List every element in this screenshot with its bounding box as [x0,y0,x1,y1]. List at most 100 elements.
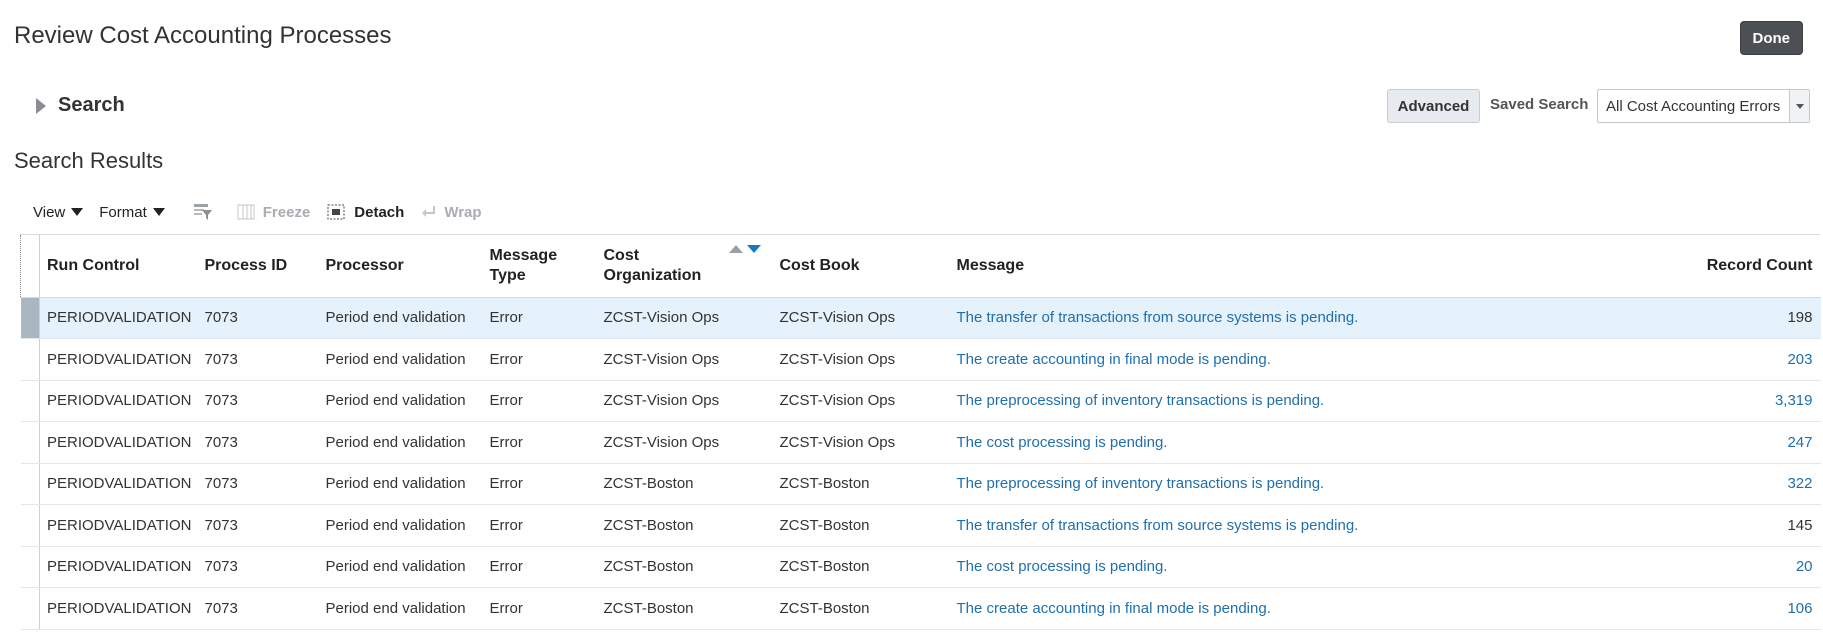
column-header-processor[interactable]: Processor [318,235,483,298]
cell-message-link[interactable]: The cost processing is pending. [949,421,1639,464]
view-menu[interactable]: View [33,204,84,221]
cell-message-link[interactable]: The transfer of transactions from source… [949,504,1639,547]
cell-message-link[interactable]: The cost processing is pending. [949,546,1639,588]
cell-run-control: PERIODVALIDATION [39,421,198,464]
table-row[interactable]: PERIODVALIDATION 7073 Period end validat… [20,380,1821,422]
cell-run-control: PERIODVALIDATION [39,546,198,588]
query-by-example-button[interactable] [193,203,221,221]
cell-message-type: Error [482,338,597,381]
cell-processor: Period end validation [318,338,483,381]
cell-process-id: 7073 [197,421,319,464]
cell-record-count-link[interactable]: 20 [1638,546,1821,588]
cell-record-count: 198 [1638,297,1821,339]
search-results-title: Search Results [14,148,164,173]
advanced-search-button[interactable]: Advanced [1387,89,1480,123]
table-row[interactable]: PERIODVALIDATION 7073 Period end validat… [20,463,1821,505]
row-selector[interactable] [20,546,40,588]
cell-run-control: PERIODVALIDATION [39,463,198,505]
cell-cost-organization: ZCST-Vision Ops [596,338,773,381]
column-header-process-id[interactable]: Process ID [197,235,319,298]
results-toolbar: View Format Freeze Detach Wrap [33,200,498,224]
cell-process-id: 7073 [197,504,319,547]
cell-processor: Period end validation [318,297,483,339]
cell-cost-organization: ZCST-Vision Ops [596,380,773,422]
cell-cost-book: ZCST-Boston [772,504,950,547]
cell-process-id: 7073 [197,463,319,505]
row-selector[interactable] [20,463,40,505]
cell-message-type: Error [482,297,597,339]
cell-cost-organization: ZCST-Boston [596,463,773,505]
filter-icon [193,203,213,221]
cell-processor: Period end validation [318,380,483,422]
cell-message-link[interactable]: The preprocessing of inventory transacti… [949,463,1639,505]
dropdown-arrow-icon[interactable] [1789,90,1809,122]
cell-processor: Period end validation [318,587,483,630]
column-header-message-type[interactable]: Message Type [482,235,597,298]
column-header-cost-book[interactable]: Cost Book [772,235,950,298]
cell-message-type: Error [482,587,597,630]
cell-record-count-link[interactable]: 203 [1638,338,1821,381]
cell-message-link[interactable]: The create accounting in final mode is p… [949,338,1639,381]
detach-icon [326,203,346,221]
cell-record-count-link[interactable]: 247 [1638,421,1821,464]
cell-record-count-link[interactable]: 322 [1638,463,1821,505]
cell-message-link[interactable]: The transfer of transactions from source… [949,297,1639,339]
row-selector[interactable] [20,421,40,464]
wrap-icon [420,204,436,220]
cell-processor: Period end validation [318,421,483,464]
saved-search-select[interactable]: All Cost Accounting Errors [1597,89,1810,123]
format-menu-label: Format [99,203,147,221]
cell-cost-book: ZCST-Vision Ops [772,421,950,464]
sort-ascending-icon[interactable] [728,245,743,253]
table-header-row: Run Control Process ID Processor Message… [20,235,1821,298]
cell-cost-book: ZCST-Boston [772,546,950,588]
cell-record-count: 145 [1638,504,1821,547]
table-row[interactable]: PERIODVALIDATION 7073 Period end validat… [20,297,1821,339]
cell-cost-book: ZCST-Vision Ops [772,380,950,422]
cell-cost-organization: ZCST-Vision Ops [596,297,773,339]
cell-cost-book: ZCST-Boston [772,463,950,505]
row-selector[interactable] [20,297,40,339]
cell-run-control: PERIODVALIDATION [39,504,198,547]
done-button[interactable]: Done [1739,21,1803,55]
freeze-label: Freeze [262,203,311,221]
column-header-cost-organization[interactable]: Cost Organization [596,235,773,298]
search-heading: Search [58,94,125,116]
row-selector[interactable] [20,380,40,422]
saved-search-label: Saved Search [1490,96,1589,113]
caret-down-icon [71,208,84,216]
freeze-button[interactable]: Freeze [237,203,311,221]
wrap-button[interactable]: Wrap [420,204,482,221]
cell-processor: Period end validation [318,463,483,505]
row-selector[interactable] [20,338,40,381]
cell-message-type: Error [482,463,597,505]
table-row[interactable]: PERIODVALIDATION 7073 Period end validat… [20,546,1821,588]
expand-triangle-icon[interactable] [36,97,46,114]
table-row[interactable]: PERIODVALIDATION 7073 Period end validat… [20,421,1821,464]
cell-processor: Period end validation [318,546,483,588]
saved-search-value: All Cost Accounting Errors [1606,97,1781,115]
table-row[interactable]: PERIODVALIDATION 7073 Period end validat… [20,338,1821,381]
column-header-run-control[interactable]: Run Control [39,235,198,298]
row-selector[interactable] [20,587,40,630]
cell-record-count-link[interactable]: 106 [1638,587,1821,630]
table-row[interactable]: PERIODVALIDATION 7073 Period end validat… [20,587,1821,630]
format-menu[interactable]: Format [99,204,165,221]
column-header-record-count[interactable]: Record Count [1638,235,1821,298]
cell-processor: Period end validation [318,504,483,547]
detach-label: Detach [354,203,405,221]
cell-run-control: PERIODVALIDATION [39,587,198,630]
cell-message-link[interactable]: The preprocessing of inventory transacti… [949,380,1639,422]
cell-message-type: Error [482,504,597,547]
cell-cost-book: ZCST-Vision Ops [772,338,950,381]
row-selector[interactable] [20,504,40,547]
caret-down-icon [152,208,165,216]
cell-message-link[interactable]: The create accounting in final mode is p… [949,587,1639,630]
sort-descending-icon[interactable] [746,245,761,253]
search-disclosure[interactable]: Search [36,94,125,117]
cell-cost-organization: ZCST-Boston [596,504,773,547]
cell-record-count-link[interactable]: 3,319 [1638,380,1821,422]
table-row[interactable]: PERIODVALIDATION 7073 Period end validat… [20,504,1821,547]
column-header-message[interactable]: Message [949,235,1639,298]
detach-button[interactable]: Detach [326,203,404,221]
